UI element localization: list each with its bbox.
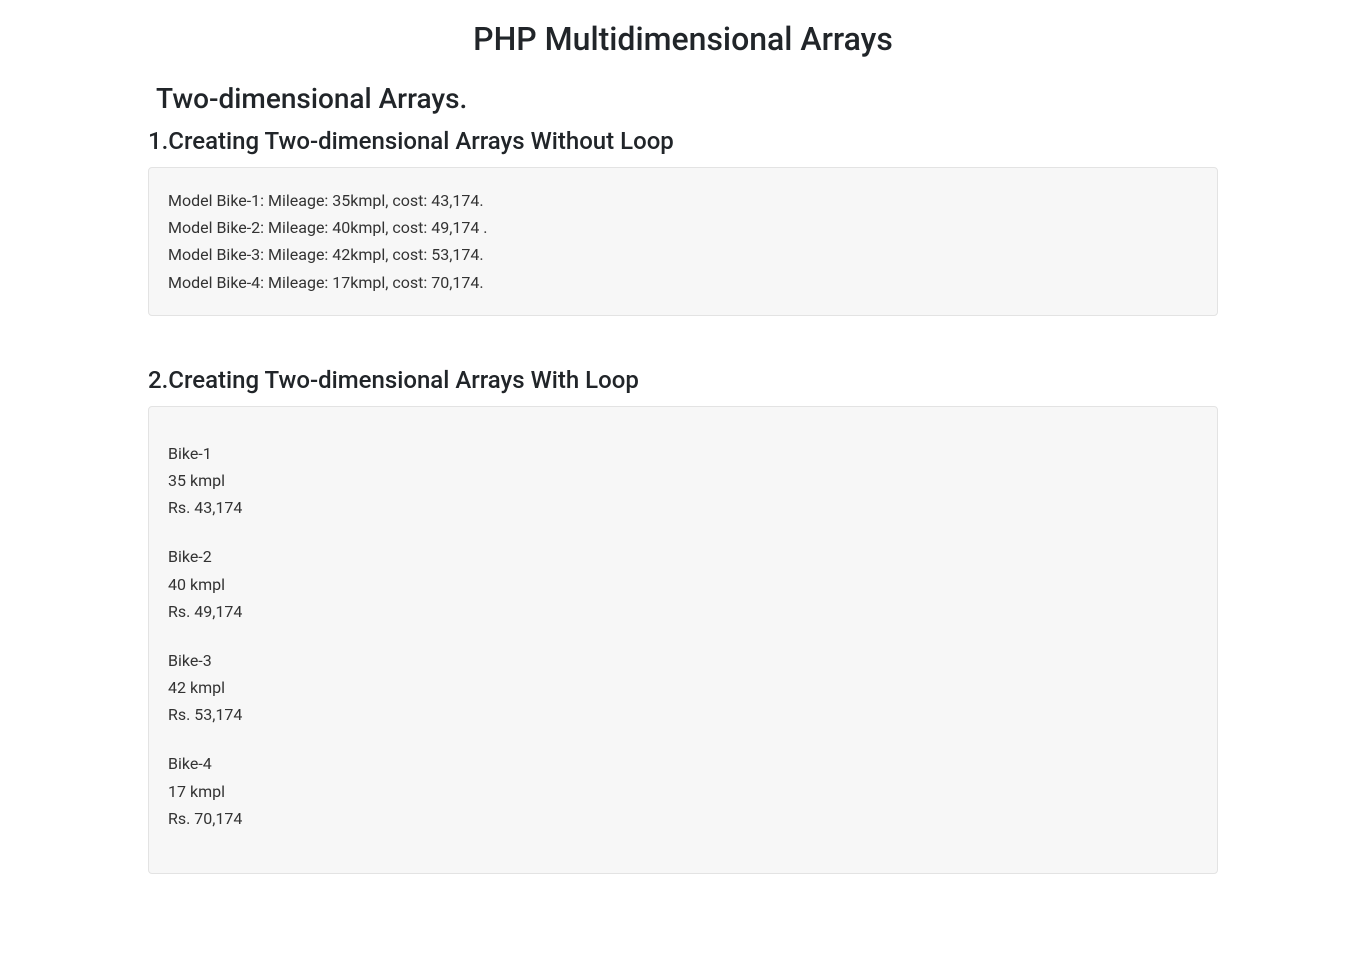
bike-cost: Rs. 43,174 — [168, 494, 1198, 521]
bike-cost: Rs. 70,174 — [168, 805, 1198, 832]
bike-block: Bike-4 17 kmpl Rs. 70,174 — [168, 750, 1198, 832]
bike-block: Bike-1 35 kmpl Rs. 43,174 — [168, 440, 1198, 522]
bike-mileage: 40 kmpl — [168, 571, 1198, 598]
bike-model: Bike-4 — [168, 750, 1198, 777]
bike-mileage: 17 kmpl — [168, 778, 1198, 805]
page-subtitle: Two-dimensional Arrays. — [156, 82, 1218, 115]
output-line: Model Bike-2: Mileage: 40kmpl, cost: 49,… — [168, 214, 1198, 241]
bike-block: Bike-2 40 kmpl Rs. 49,174 — [168, 543, 1198, 625]
bike-block: Bike-3 42 kmpl Rs. 53,174 — [168, 647, 1198, 729]
section-heading-without-loop: 1.Creating Two-dimensional Arrays Withou… — [148, 127, 1218, 155]
page-title: PHP Multidimensional Arrays — [148, 20, 1218, 58]
bike-cost: Rs. 53,174 — [168, 701, 1198, 728]
bike-cost: Rs. 49,174 — [168, 598, 1198, 625]
section-heading-with-loop: 2.Creating Two-dimensional Arrays With L… — [148, 366, 1218, 394]
bike-model: Bike-1 — [168, 440, 1198, 467]
main-container: PHP Multidimensional Arrays Two-dimensio… — [133, 20, 1233, 874]
output-well-with-loop: Bike-1 35 kmpl Rs. 43,174 Bike-2 40 kmpl… — [148, 406, 1218, 874]
bike-mileage: 35 kmpl — [168, 467, 1198, 494]
bike-mileage: 42 kmpl — [168, 674, 1198, 701]
output-line: Model Bike-3: Mileage: 42kmpl, cost: 53,… — [168, 241, 1198, 268]
output-line: Model Bike-4: Mileage: 17kmpl, cost: 70,… — [168, 269, 1198, 296]
output-well-without-loop: Model Bike-1: Mileage: 35kmpl, cost: 43,… — [148, 167, 1218, 316]
output-line: Model Bike-1: Mileage: 35kmpl, cost: 43,… — [168, 187, 1198, 214]
bike-model: Bike-3 — [168, 647, 1198, 674]
bike-model: Bike-2 — [168, 543, 1198, 570]
